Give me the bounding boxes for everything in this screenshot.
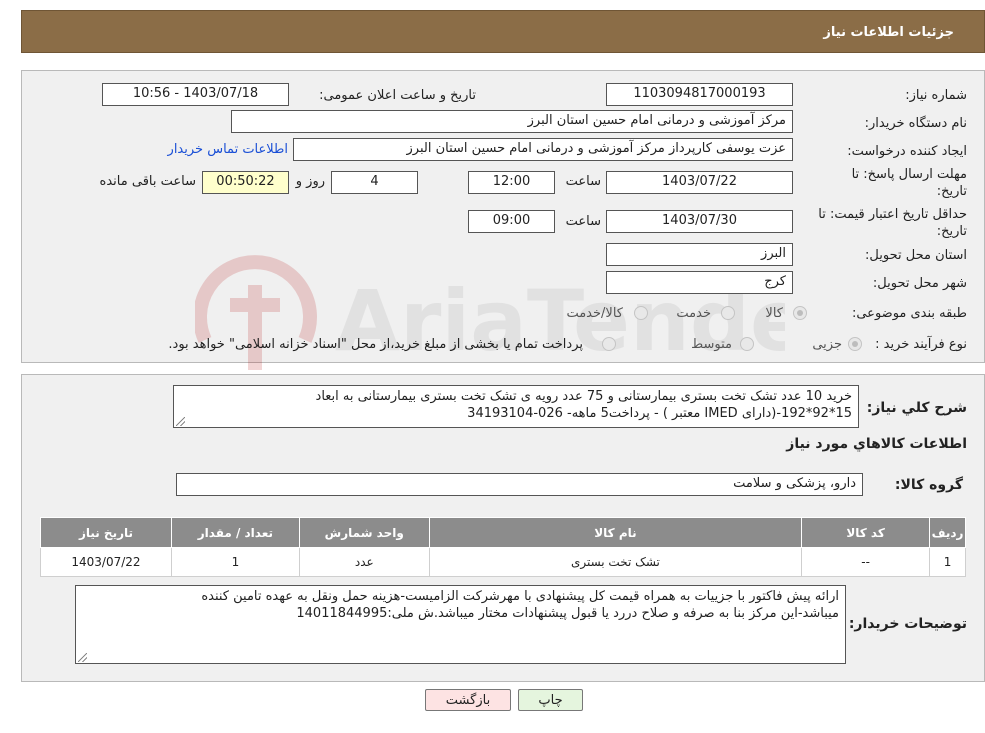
remaining-time-field[interactable]: 00:50:22: [202, 171, 289, 194]
buyer-notes-textarea[interactable]: ارائه پیش فاکتور با جزییات به همراه قیمت…: [75, 585, 846, 664]
reply-deadline-time-label: ساعت: [565, 174, 601, 189]
announce-datetime-label: تاریخ و ساعت اعلان عمومی:: [319, 88, 476, 103]
process-option-minor: جزیی: [812, 337, 842, 352]
buyer-contact-link[interactable]: اطلاعات تماس خریدار: [168, 142, 288, 157]
category-radio-service[interactable]: [721, 306, 735, 320]
buyer-org-label: نام دستگاه خریدار:: [864, 116, 967, 131]
price-validity-label: حداقل تاریخ اعتبار قیمت: تا تاریخ:: [818, 207, 967, 239]
col-unit-header: واحد شمارش: [298, 517, 430, 548]
buyer-notes-line-1: ارائه پیش فاکتور با جزییات به همراه قیمت…: [201, 589, 839, 604]
col-row-header: ردیف: [929, 517, 966, 548]
announce-datetime-field[interactable]: 1403/07/18 - 10:56: [102, 83, 289, 106]
process-option-medium: متوسط: [691, 337, 732, 352]
province-label: استان محل تحویل:: [865, 248, 967, 263]
cell-unit: عدد: [298, 547, 430, 577]
price-validity-time-field[interactable]: 09:00: [468, 210, 555, 233]
category-radio-goods-service[interactable]: [634, 306, 648, 320]
category-option-goods: کالا: [765, 306, 783, 321]
page-header: جزئیات اطلاعات نیاز: [21, 10, 985, 53]
need-number-label: شماره نیاز:: [905, 88, 967, 103]
print-button[interactable]: چاپ: [518, 689, 583, 711]
col-qty-header: تعداد / مقدار: [170, 517, 300, 548]
buyer-notes-line-2: میباشد-این مرکز بنا به صرفه و صلاح دررد …: [296, 606, 839, 621]
price-validity-time-label: ساعت: [565, 214, 601, 229]
col-date-header: تاریخ نیاز: [40, 517, 172, 548]
process-radio-minor[interactable]: [848, 337, 862, 351]
goods-group-field[interactable]: دارو، پزشکی و سلامت: [176, 473, 863, 496]
cell-code: --: [801, 547, 931, 577]
col-name-header: نام کالا: [428, 517, 803, 548]
need-number-field[interactable]: 1103094817000193: [606, 83, 793, 106]
cell-date: 1403/07/22: [40, 547, 172, 577]
requester-label: ایجاد کننده درخواست:: [847, 144, 967, 159]
resize-grip-icon[interactable]: [176, 417, 185, 426]
goods-info-title: اطلاعات کالاهاي مورد نياز: [786, 436, 967, 452]
city-field[interactable]: کرج: [606, 271, 793, 294]
reply-days-label: روز و: [295, 174, 325, 189]
reply-deadline-label: مهلت ارسال پاسخ: تا تاریخ:: [851, 167, 967, 199]
cell-qty: 1: [170, 547, 300, 577]
process-label: نوع فرآیند خرید :: [875, 337, 967, 352]
summary-line-1: خرید 10 عدد تشک تخت بستری بیمارستانی و 7…: [315, 389, 852, 404]
buyer-notes-label: توضیحات خریدار:: [848, 616, 967, 632]
cell-name: تشک تخت بستری: [428, 547, 803, 577]
reply-deadline-date-field[interactable]: 1403/07/22: [606, 171, 793, 194]
summary-textarea[interactable]: خرید 10 عدد تشک تخت بستری بیمارستانی و 7…: [173, 385, 859, 428]
cell-row: 1: [929, 547, 966, 577]
items-table: ردیف کد کالا نام کالا واحد شمارش تعداد /…: [40, 517, 966, 577]
process-radio-medium[interactable]: [740, 337, 754, 351]
process-note: پرداخت تمام یا بخشی از مبلغ خرید،از محل …: [168, 337, 583, 352]
resize-grip-icon[interactable]: [78, 653, 87, 662]
category-label: طبقه بندی موضوعی:: [851, 306, 967, 321]
summary-label: شرح کلي نياز:: [866, 400, 967, 416]
page-title: جزئیات اطلاعات نیاز: [823, 25, 954, 40]
remaining-time-label: ساعت باقی مانده: [99, 174, 196, 189]
price-validity-date-field[interactable]: 1403/07/30: [606, 210, 793, 233]
city-label: شهر محل تحویل:: [872, 276, 967, 291]
category-option-service: خدمت: [676, 306, 711, 321]
col-code-header: کد کالا: [801, 517, 931, 548]
requester-field[interactable]: عزت یوسفی کارپرداز مرکز آموزشی و درمانی …: [293, 138, 793, 161]
province-field[interactable]: البرز: [606, 243, 793, 266]
reply-days-field[interactable]: 4: [331, 171, 418, 194]
buyer-org-field[interactable]: مرکز آموزشی و درمانی امام حسین استان الب…: [231, 110, 793, 133]
goods-group-label: گروه کالا:: [894, 477, 963, 493]
category-option-goods-service: کالا/خدمت: [566, 306, 623, 321]
reply-deadline-time-field[interactable]: 12:00: [468, 171, 555, 194]
category-radio-goods[interactable]: [793, 306, 807, 320]
back-button[interactable]: بازگشت: [425, 689, 511, 711]
items-table-wrapper: ردیف کد کالا نام کالا واحد شمارش تعداد /…: [40, 517, 966, 577]
summary-line-2: 15*92*192-(دارای IMED معتبر ) - پرداخت5 …: [467, 406, 852, 421]
table-header-row: ردیف کد کالا نام کالا واحد شمارش تعداد /…: [40, 517, 966, 548]
table-row[interactable]: 1 -- تشک تخت بستری عدد 1 1403/07/22: [40, 547, 966, 577]
process-radio-treasury[interactable]: [602, 337, 616, 351]
